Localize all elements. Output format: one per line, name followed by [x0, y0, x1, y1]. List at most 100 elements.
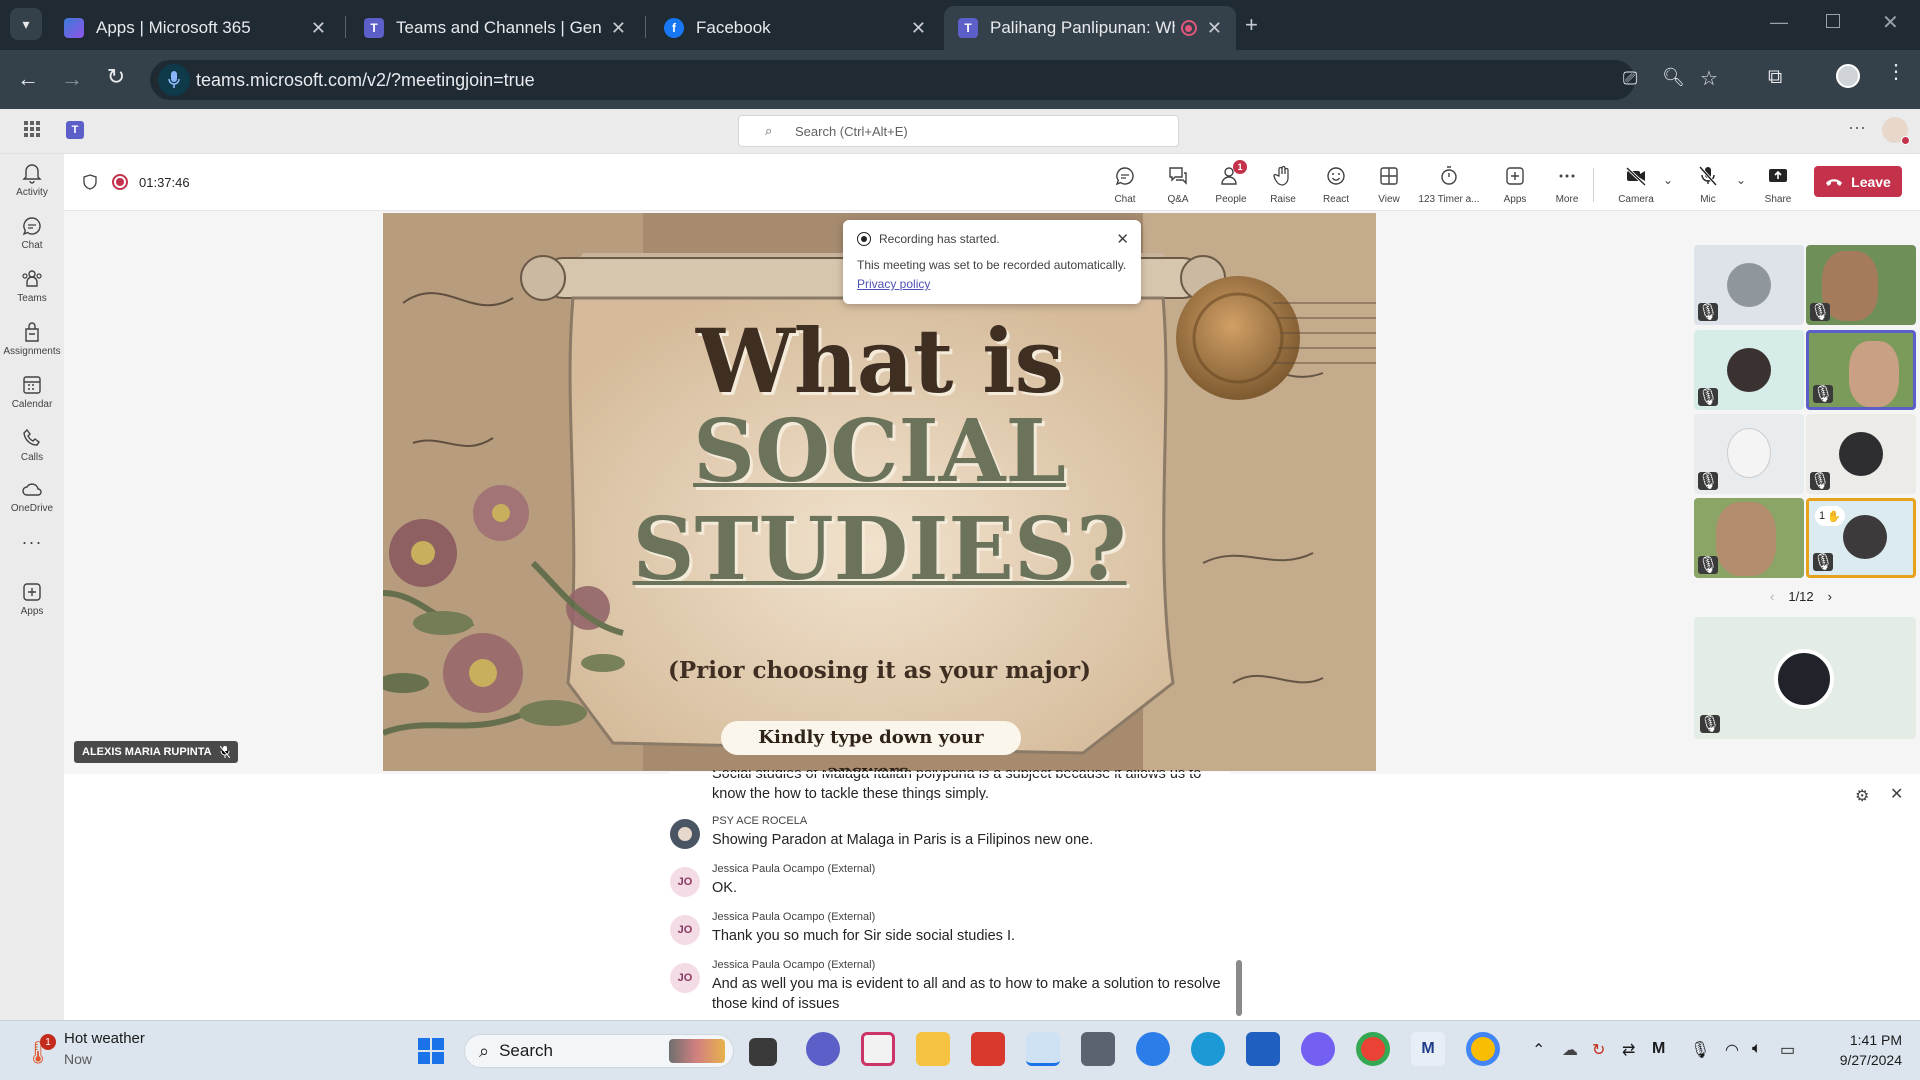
timer-app-button[interactable]: 123 Timer a... — [1416, 164, 1482, 205]
bookmark-star-icon[interactable]: ☆ — [1700, 66, 1718, 91]
participant-tile[interactable]: 🎙︎ — [1806, 414, 1916, 494]
messaging-app-icon[interactable] — [1136, 1032, 1170, 1066]
share-button[interactable]: Share — [1752, 164, 1804, 205]
app-launcher-icon[interactable] — [24, 121, 40, 137]
qa-button[interactable]: Q&A — [1152, 164, 1204, 205]
battery-icon[interactable]: ▭ — [1780, 1040, 1795, 1060]
close-tab-icon[interactable]: ✕ — [611, 18, 626, 39]
clock-date[interactable]: 9/27/2024 — [1820, 1052, 1902, 1068]
mail-app-icon[interactable]: M — [1411, 1032, 1445, 1066]
mail-tray-icon[interactable]: M — [1652, 1040, 1665, 1058]
cloud-sync-icon[interactable]: ☁ — [1562, 1040, 1578, 1060]
shield-icon[interactable] — [82, 174, 98, 190]
participant-tile[interactable]: 🎙︎ — [1694, 245, 1804, 325]
more-button[interactable]: More — [1541, 164, 1593, 205]
tab-teams-channels[interactable]: T Teams and Channels | General | ✕ — [350, 6, 640, 50]
teams-search-input[interactable]: ⌕ Search (Ctrl+Alt+E) — [738, 115, 1179, 147]
browser-menu-icon[interactable]: ⋮ — [1886, 62, 1906, 82]
rail-item-assignments[interactable]: Assignments — [0, 321, 64, 357]
participant-tile-active-speaker[interactable]: 🎙︎ — [1806, 330, 1916, 410]
apps-button[interactable]: Apps — [1489, 164, 1541, 205]
rail-item-teams[interactable]: Teams — [0, 268, 64, 304]
maximize-icon[interactable] — [1826, 14, 1840, 28]
settings-more-icon[interactable]: ··· — [1848, 117, 1866, 138]
install-app-icon[interactable]: ⎚ — [1623, 68, 1637, 89]
reload-icon[interactable]: ↻ — [100, 64, 132, 90]
address-bar[interactable]: teams.microsoft.com/v2/?meetingjoin=true… — [150, 60, 1718, 100]
participant-tile[interactable]: 🎙︎ — [1694, 498, 1804, 578]
participant-tile-hand-raised[interactable]: 1 ✋ 🎙︎ — [1806, 498, 1916, 578]
chrome-icon[interactable] — [1356, 1032, 1390, 1066]
next-page-icon[interactable]: › — [1828, 589, 1832, 604]
forward-icon[interactable]: → — [56, 66, 88, 92]
wifi-icon[interactable]: ◠ — [1725, 1040, 1739, 1060]
raise-hand-button[interactable]: Raise — [1257, 164, 1309, 205]
mic-options-chevron-icon[interactable]: ⌄ — [1736, 173, 1746, 187]
close-captions-icon[interactable]: ✕ — [1890, 784, 1903, 804]
taskbar-search-box[interactable]: ⌕ Search — [464, 1034, 734, 1068]
clock-time[interactable]: 1:41 PM — [1820, 1032, 1902, 1048]
privacy-policy-link[interactable]: Privacy policy — [857, 277, 930, 291]
tray-chevron-icon[interactable]: ⌃ — [1532, 1040, 1545, 1060]
wps-office-icon[interactable] — [971, 1032, 1005, 1066]
edge-icon[interactable] — [1191, 1032, 1225, 1066]
file-explorer-icon[interactable] — [916, 1032, 950, 1066]
close-toast-icon[interactable]: ✕ — [1116, 230, 1129, 248]
participant-tile[interactable]: 🎙︎ — [1694, 330, 1804, 410]
smiley-icon — [1324, 164, 1348, 188]
rail-item-chat[interactable]: Chat — [0, 215, 64, 251]
close-tab-icon[interactable]: ✕ — [311, 18, 326, 39]
rail-item-calendar[interactable]: Calendar — [0, 374, 64, 410]
user-avatar[interactable] — [1882, 117, 1910, 145]
participant-photo — [1727, 428, 1771, 478]
rail-item-apps[interactable]: Apps — [0, 581, 64, 617]
volume-icon[interactable]: 🔈︎ — [1752, 1040, 1762, 1058]
minimize-icon[interactable]: — — [1770, 12, 1788, 33]
snipping-tool-icon[interactable] — [1026, 1032, 1060, 1066]
camera-button[interactable]: Camera — [1610, 164, 1662, 205]
update-icon[interactable]: ↻ — [1592, 1040, 1605, 1060]
participant-tile[interactable]: 🎙︎ — [1806, 245, 1916, 325]
windows-start-icon[interactable] — [418, 1038, 444, 1064]
people-button[interactable]: 1 People — [1205, 160, 1257, 205]
mic-button[interactable]: Mic — [1682, 164, 1734, 205]
calculator-icon[interactable] — [1081, 1032, 1115, 1066]
teams-taskbar-icon[interactable] — [806, 1032, 840, 1066]
viber-icon[interactable] — [1301, 1032, 1335, 1066]
participant-tile[interactable]: 🎙︎ — [1694, 414, 1804, 494]
store-icon[interactable] — [1246, 1032, 1280, 1066]
back-icon[interactable]: ← — [12, 66, 44, 92]
tab-microsoft365[interactable]: Apps | Microsoft 365 ✕ — [50, 6, 340, 50]
view-button[interactable]: View — [1363, 164, 1415, 205]
profile-avatar[interactable] — [1836, 64, 1860, 88]
close-window-icon[interactable]: ✕ — [1882, 10, 1899, 35]
chat-button[interactable]: Chat — [1099, 164, 1151, 205]
zoom-icon[interactable]: 🔍︎ — [1662, 67, 1685, 88]
caption-settings-gear-icon[interactable]: ⚙ — [1855, 786, 1869, 806]
tab-search-button[interactable]: ▾ — [10, 8, 42, 40]
tab-facebook[interactable]: f Facebook ✕ — [650, 6, 940, 50]
rail-item-activity[interactable]: Activity — [0, 162, 64, 198]
transfer-icon[interactable]: ⇄ — [1622, 1040, 1635, 1060]
microphone-tray-icon[interactable]: 🎙︎ — [1690, 1040, 1710, 1060]
tab-palihang-panlipunan[interactable]: T Palihang Panlipunan: Why S ✕ — [944, 6, 1236, 50]
chrome-canary-icon[interactable] — [861, 1032, 895, 1066]
more-apps-icon[interactable]: ··· — [0, 532, 64, 553]
react-button[interactable]: React — [1310, 164, 1362, 205]
weather-title[interactable]: Hot weather — [64, 1030, 145, 1047]
mic-permission-icon[interactable] — [158, 64, 190, 96]
rail-item-onedrive[interactable]: OneDrive — [0, 478, 64, 514]
chrome-profile-icon[interactable] — [1466, 1032, 1500, 1066]
close-tab-icon[interactable]: ✕ — [911, 18, 926, 39]
task-view-icon[interactable] — [749, 1038, 777, 1066]
extensions-icon[interactable]: ⧉ — [1768, 66, 1782, 89]
camera-options-chevron-icon[interactable]: ⌄ — [1663, 173, 1673, 187]
leave-button[interactable]: Leave — [1814, 166, 1902, 197]
new-tab-button[interactable]: + — [1245, 12, 1258, 38]
self-view-tile[interactable]: 🎙︎ — [1694, 617, 1916, 739]
rail-item-calls[interactable]: Calls — [0, 427, 64, 463]
previous-page-icon[interactable]: ‹ — [1770, 589, 1774, 604]
close-tab-icon[interactable]: ✕ — [1207, 18, 1222, 39]
captions-scrollbar[interactable] — [1236, 960, 1242, 1016]
weather-widget[interactable]: 🌡︎ 1 — [24, 1034, 58, 1065]
